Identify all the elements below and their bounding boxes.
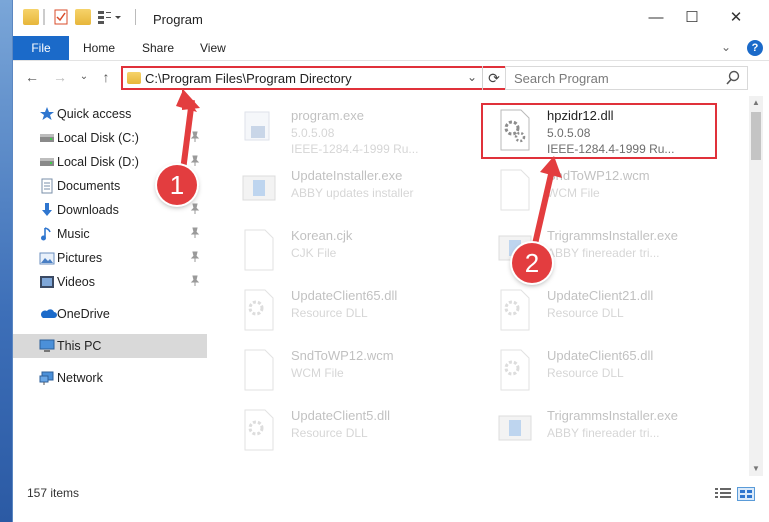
annotation-arrows	[176, 88, 562, 245]
callout-badge-2: 2	[512, 243, 552, 283]
callout-badge-1: 1	[157, 165, 197, 205]
